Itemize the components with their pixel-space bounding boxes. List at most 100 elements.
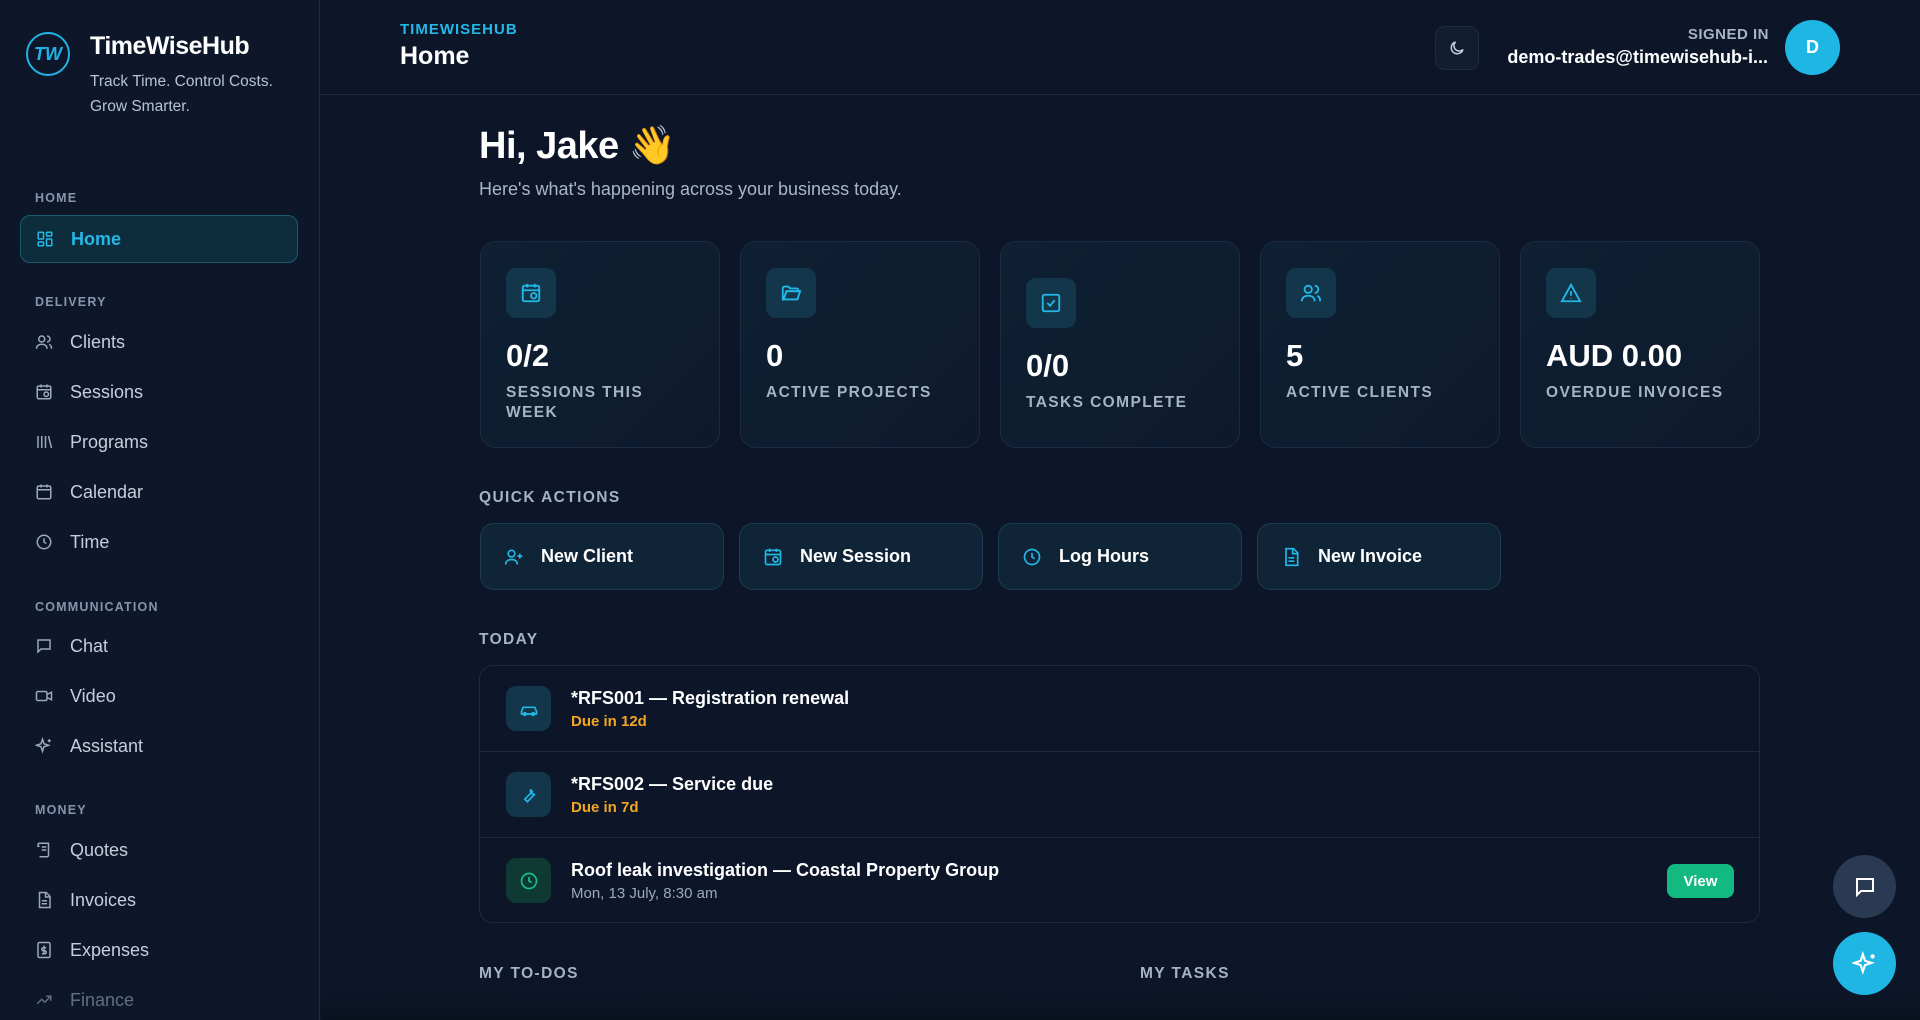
due-badge: Due in 7d [571, 799, 639, 816]
today-title: TODAY [479, 631, 539, 648]
nav-section-money: MONEY [35, 803, 87, 817]
page-title: Home [400, 42, 470, 70]
sidebar-item-label: Programs [70, 431, 149, 452]
sparkles-icon [34, 736, 54, 756]
stat-value: 5 [1286, 338, 1304, 373]
greeting: Hi, Jake 👋 [479, 125, 676, 167]
brand-logo: TW [26, 32, 70, 76]
nav-section-home: HOME [35, 191, 78, 205]
wrench-icon [506, 772, 551, 817]
sidebar-item-sessions[interactable]: Sessions [20, 368, 298, 416]
sidebar-item-label: Sessions [70, 381, 144, 402]
item-title: *RFS001 — Registration renewal [571, 688, 850, 708]
sidebar-item-calendar[interactable]: Calendar [20, 468, 298, 516]
stat-label: ACTIVE PROJECTS [766, 384, 932, 401]
sidebar-item-label: Clients [70, 331, 126, 352]
sparkles-icon [1851, 950, 1878, 977]
dashboard-icon [35, 229, 55, 249]
nav-section-communication: COMMUNICATION [35, 600, 159, 614]
due-badge: Due in 12d [571, 713, 647, 730]
car-icon [506, 686, 551, 731]
stat-label: SESSIONS THIS WEEK [506, 384, 644, 421]
list-item[interactable]: *RFS002 — Service due Due in 7d [480, 752, 1759, 838]
stat-card-clients[interactable]: 5 ACTIVE CLIENTS [1260, 241, 1500, 448]
user-email: demo-trades@timewisehub-i... [1507, 47, 1768, 67]
sidebar-item-expenses[interactable]: Expenses [20, 926, 298, 974]
assistant-fab-button[interactable] [1833, 932, 1896, 995]
sidebar: TW TimeWiseHub Track Time. Control Costs… [0, 0, 320, 1020]
stat-value: 0 [766, 338, 784, 373]
sidebar-item-label: Chat [70, 635, 109, 656]
users-icon [1286, 268, 1336, 318]
stat-value: 0/2 [506, 338, 550, 373]
sidebar-item-programs[interactable]: Programs [20, 418, 298, 466]
sidebar-item-label: Assistant [70, 735, 144, 756]
brand[interactable]: TW TimeWiseHub Track Time. Control Costs… [26, 32, 273, 115]
new-session-button[interactable]: New Session [739, 523, 983, 590]
button-label: New Session [800, 546, 912, 566]
stat-card-overdue-invoices[interactable]: AUD 0.00 OVERDUE INVOICES [1520, 241, 1760, 448]
alert-triangle-icon [1546, 268, 1596, 318]
sidebar-item-label: Invoices [70, 889, 137, 910]
header-eyebrow: TIMEWISEHUB [400, 21, 518, 38]
check-square-icon [1026, 278, 1076, 328]
stat-label: OVERDUE INVOICES [1546, 384, 1724, 401]
stat-card-sessions[interactable]: 0/2 SESSIONS THIS WEEK [480, 241, 720, 448]
brand-name: TimeWiseHub [90, 32, 250, 60]
brand-text: TimeWiseHub Track Time. Control Costs. G… [90, 32, 310, 119]
nav-section-delivery: DELIVERY [35, 295, 107, 309]
new-client-button[interactable]: New Client [480, 523, 724, 590]
sidebar-item-label: Finance [70, 989, 135, 1010]
sidebar-item-label: Calendar [70, 481, 144, 502]
folder-open-icon [766, 268, 816, 318]
user-plus-icon [503, 546, 525, 568]
sidebar-item-clients[interactable]: Clients [20, 318, 298, 366]
avatar[interactable]: D [1785, 20, 1840, 75]
sidebar-item-label: Home [71, 228, 122, 249]
sidebar-item-video[interactable]: Video [20, 672, 298, 720]
library-icon [34, 432, 54, 452]
item-title: *RFS002 — Service due [571, 774, 774, 794]
calendar-clock-icon [506, 268, 556, 318]
signed-in-label: SIGNED IN [1687, 26, 1769, 43]
quick-actions-title: QUICK ACTIONS [479, 489, 621, 506]
view-button[interactable]: View [1667, 864, 1734, 898]
video-icon [34, 686, 54, 706]
receipt-icon [34, 940, 54, 960]
stat-card-tasks[interactable]: 0/0 TASKS COMPLETE [1000, 241, 1240, 448]
subgreeting: Here's what's happening across your busi… [479, 179, 902, 199]
log-hours-button[interactable]: Log Hours [998, 523, 1242, 590]
theme-toggle-button[interactable] [1435, 26, 1479, 70]
calendar-clock-icon [34, 382, 54, 402]
sidebar-item-label: Time [70, 531, 110, 552]
clock-icon [34, 532, 54, 552]
today-list: *RFS001 — Registration renewal Due in 12… [479, 665, 1760, 923]
list-item[interactable]: Roof leak investigation — Coastal Proper… [480, 838, 1759, 922]
chat-fab-button[interactable] [1833, 855, 1896, 918]
list-item[interactable]: *RFS001 — Registration renewal Due in 12… [480, 666, 1759, 752]
sidebar-item-label: Quotes [70, 839, 129, 860]
sidebar-item-finance[interactable]: Finance [20, 976, 298, 1020]
chat-icon [34, 636, 54, 656]
clock-icon [506, 858, 551, 903]
button-label: New Invoice [1318, 546, 1423, 566]
brand-tagline-line-2: Grow Smarter. [90, 98, 190, 115]
item-title: Roof leak investigation — Coastal Proper… [571, 860, 1000, 880]
sidebar-item-quotes[interactable]: Quotes [20, 826, 298, 874]
stat-card-projects[interactable]: 0 ACTIVE PROJECTS [740, 241, 980, 448]
users-icon [34, 332, 54, 352]
sidebar-item-home[interactable]: Home [20, 215, 298, 263]
sidebar-item-invoices[interactable]: Invoices [20, 876, 298, 924]
button-label: New Client [541, 546, 634, 566]
stat-value: 0/0 [1026, 348, 1070, 383]
new-invoice-button[interactable]: New Invoice [1257, 523, 1501, 590]
moon-icon [1448, 39, 1466, 57]
scroll-fade [321, 992, 1920, 1020]
my-tasks-title: MY TASKS [1140, 965, 1230, 982]
brand-tagline-line-1: Track Time. Control Costs. [90, 73, 273, 90]
calendar-icon [34, 482, 54, 502]
scroll-icon [34, 840, 54, 860]
sidebar-item-time[interactable]: Time [20, 518, 298, 566]
sidebar-item-chat[interactable]: Chat [20, 622, 298, 670]
sidebar-item-assistant[interactable]: Assistant [20, 722, 298, 770]
